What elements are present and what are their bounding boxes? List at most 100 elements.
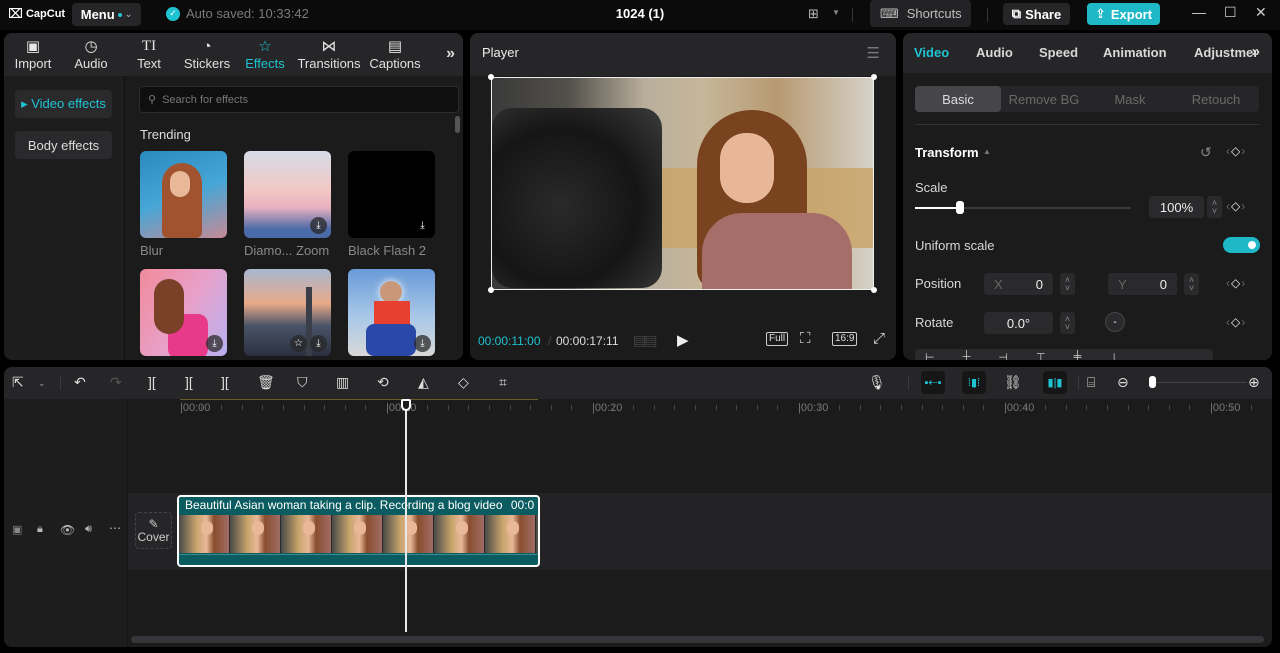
download-icon[interactable]: ⤓ — [414, 335, 431, 352]
fullscreen-icon[interactable]: ⤢ — [873, 330, 885, 347]
play-icon[interactable]: ▶ — [677, 331, 689, 349]
main-track-magnet-toggle[interactable]: ▪⇠▪ — [921, 371, 945, 394]
align-right-icon[interactable]: ⊣ — [998, 351, 1008, 360]
select-pointer-icon[interactable]: ⇱ — [12, 374, 24, 391]
auto-snapping-toggle[interactable]: ⁞▮⁞ — [962, 371, 986, 394]
preview-axis-toggle[interactable]: ▮|▮ — [1043, 371, 1067, 394]
microphone-icon[interactable]: 🎙︎ — [868, 374, 886, 391]
export-button[interactable]: ⇪ Export — [1087, 3, 1160, 25]
zoom-slider-handle[interactable] — [1148, 376, 1156, 388]
download-icon[interactable]: ⤓ — [310, 335, 327, 352]
split-icon[interactable]: ][ — [148, 374, 156, 390]
link-icon[interactable]: ⛓︎ — [1004, 374, 1022, 391]
scale-input[interactable]: 100% — [1149, 196, 1204, 218]
download-icon[interactable]: ⤓ — [206, 335, 223, 352]
rotate-dial[interactable]: - — [1105, 312, 1125, 332]
keyframe-diamond-icon[interactable]: ◇ — [1231, 199, 1241, 213]
reverse-icon[interactable]: ⟲ — [377, 374, 389, 391]
keyframe-nav[interactable]: ‹◇› — [1226, 315, 1246, 329]
playhead[interactable] — [405, 400, 407, 632]
hamburger-menu-icon[interactable]: ☰ — [867, 44, 880, 62]
cover-button[interactable]: ✎ Cover — [135, 512, 172, 549]
align-top-icon[interactable]: ⊤ — [1036, 351, 1046, 360]
search-input[interactable] — [162, 93, 443, 106]
position-x-input[interactable]: X 0 — [984, 273, 1053, 295]
layout-chevron-down-icon[interactable]: ▼ — [832, 8, 840, 17]
zoom-out-icon[interactable]: ⊖ — [1117, 374, 1129, 391]
tab-audio[interactable]: Audio — [976, 45, 1013, 60]
align-bottom-icon[interactable]: ⊥ — [1109, 351, 1119, 360]
mirror-icon[interactable]: ◭ — [418, 374, 429, 391]
minimize-icon[interactable]: — — [1192, 4, 1206, 20]
tab-audio[interactable]: ◷ Audio — [62, 33, 120, 76]
reset-icon[interactable]: ↺ — [1200, 144, 1212, 161]
transform-heading[interactable]: Transform — [915, 145, 979, 160]
tab-effects[interactable]: ☆ Effects — [236, 33, 294, 76]
layout-icon[interactable]: ⊞ — [808, 6, 819, 22]
maximize-icon[interactable]: ☐ — [1224, 4, 1237, 21]
tab-stickers[interactable]: ◔ Stickers — [178, 33, 236, 76]
effect-item[interactable]: ☆ ⤓ — [244, 269, 331, 356]
effect-item-blur[interactable]: Blur — [140, 151, 227, 258]
resize-handle[interactable] — [488, 287, 494, 293]
marker-icon[interactable]: ⛉ — [297, 374, 308, 391]
tab-text[interactable]: TI Text — [120, 33, 178, 76]
undo-icon[interactable]: ↶ — [74, 374, 86, 391]
eye-icon[interactable]: 👁︎ — [60, 523, 75, 537]
tab-animation[interactable]: Animation — [1103, 45, 1167, 60]
keyframe-diamond-icon[interactable]: ◇ — [1231, 276, 1241, 290]
slider-handle[interactable] — [956, 201, 965, 214]
tab-import[interactable]: ▣ Import — [4, 33, 62, 76]
timeline-horizontal-scrollbar[interactable] — [131, 636, 1264, 643]
crop-icon[interactable]: ⌗ — [499, 374, 507, 391]
freeze-frame-icon[interactable]: ▥ — [336, 374, 349, 391]
effect-item[interactable]: ⤓ — [348, 269, 435, 356]
video-clip[interactable]: Beautiful Asian woman taking a clip. Rec… — [177, 495, 540, 567]
download-icon[interactable]: ⤓ — [310, 217, 327, 234]
aspect-ratio-button[interactable]: 16:9 — [832, 332, 858, 346]
delete-icon[interactable]: 🗑︎ — [257, 374, 275, 391]
resize-handle[interactable] — [488, 74, 494, 80]
video-preview[interactable] — [491, 77, 874, 290]
resize-handle[interactable] — [871, 74, 877, 80]
more-options-icon[interactable]: ⋯ — [109, 521, 121, 535]
align-left-icon[interactable]: ⊢ — [925, 351, 935, 360]
uniform-scale-toggle[interactable] — [1223, 237, 1260, 253]
subtab-basic[interactable]: Basic — [915, 86, 1001, 112]
keyframe-nav[interactable]: ‹◇› — [1226, 199, 1246, 213]
keyframe-nav[interactable]: ‹◇› — [1226, 276, 1246, 290]
tab-transitions[interactable]: ⋈ Transitions — [294, 33, 364, 76]
full-quality-button[interactable]: Full — [766, 332, 789, 346]
keyframe-diamond-icon[interactable]: ◇ — [1231, 144, 1241, 158]
tab-speed[interactable]: Speed — [1039, 45, 1078, 60]
menu-button[interactable]: Menu ⌄ — [72, 3, 141, 26]
timeline-ruler[interactable]: |00:00 |00:10 |00:20 |00:30 |00:40 |00:5… — [128, 399, 1272, 421]
volume-icon[interactable]: 🔊︎ — [85, 523, 92, 536]
scrollbar[interactable] — [455, 116, 460, 133]
position-y-stepper[interactable]: ˄ ˅ — [1184, 273, 1199, 295]
tab-video[interactable]: Video — [914, 45, 949, 60]
close-icon[interactable]: ✕ — [1255, 4, 1267, 21]
split-right-icon[interactable]: ][ — [221, 374, 229, 390]
scale-stepper[interactable]: ˄ ˅ — [1207, 196, 1222, 218]
timeline-zoom-fit-icon[interactable]: ⌸ — [1087, 374, 1095, 391]
zoom-in-icon[interactable]: ⊕ — [1248, 374, 1260, 391]
keyframe-diamond-icon[interactable]: ◇ — [1231, 315, 1241, 329]
chevron-down-icon[interactable]: ⌄ — [38, 378, 46, 389]
position-y-input[interactable]: Y 0 — [1108, 273, 1177, 295]
effect-item-diamond-zoom[interactable]: ⤓ Diamo... Zoom — [244, 151, 331, 258]
collapse-caret-icon[interactable]: ▲ — [983, 147, 991, 156]
subtab-remove-bg[interactable]: Remove BG — [1001, 86, 1087, 112]
more-tabs-icon[interactable]: » — [1252, 43, 1260, 60]
timeline-zoom-slider[interactable] — [1150, 382, 1247, 383]
position-x-stepper[interactable]: ˄ ˅ — [1060, 273, 1075, 295]
more-tabs-icon[interactable]: » — [446, 45, 455, 63]
redo-icon[interactable]: ↷ — [110, 374, 122, 391]
subtab-mask[interactable]: Mask — [1087, 86, 1173, 112]
tab-adjustment[interactable]: Adjustment — [1194, 45, 1256, 60]
resize-handle[interactable] — [871, 287, 877, 293]
nav-video-effects[interactable]: ▸ Video effects — [15, 90, 112, 118]
playhead-handle[interactable] — [401, 399, 411, 411]
shortcuts-button[interactable]: ⌨ Shortcuts — [870, 0, 971, 27]
zoom-view-icon[interactable]: ⛶ — [800, 330, 811, 347]
